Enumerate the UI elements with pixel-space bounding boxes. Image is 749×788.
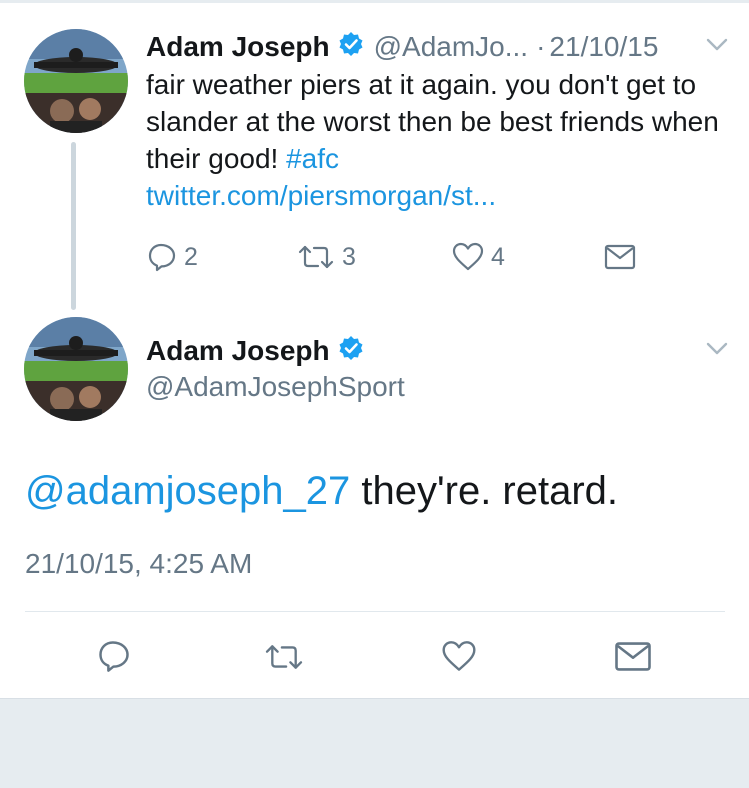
chevron-down-icon[interactable] [706,342,728,361]
like-count: 4 [491,242,505,271]
reply-icon [148,243,176,272]
envelope-icon [604,244,636,270]
parent-tweet-text: fair weather piers at it again. you don'… [146,66,726,214]
tweet-detail-page: Adam Joseph @AdamJo... · 21/10/15 fair w… [0,0,749,788]
main-tweet-text: @adamjoseph_27 they're. retard. [25,469,618,514]
thread-connector-line [71,142,76,310]
like-button[interactable]: 4 [451,241,505,273]
parent-tweet-header: Adam Joseph @AdamJo... · 21/10/15 [146,27,696,67]
envelope-icon [615,642,651,671]
main-tweet-body: they're. retard. [350,469,619,513]
main-tweet-header: Adam Joseph @AdamJosephSport [146,332,405,403]
reply-icon [99,641,129,672]
mention-link[interactable]: @adamjoseph_27 [25,469,350,513]
reply-count: 2 [184,242,198,271]
retweet-icon [265,645,303,669]
direct-message-button[interactable] [604,243,636,271]
main-author-handle[interactable]: @AdamJosephSport [146,371,405,403]
top-divider [0,0,749,3]
main-author-row: Adam Joseph [146,332,405,370]
chevron-down-icon[interactable] [706,38,728,57]
footer-background [0,698,749,788]
main-avatar[interactable] [24,317,128,421]
main-author-name[interactable]: Adam Joseph [146,335,330,367]
actions-divider [25,611,725,612]
reply-button[interactable]: 2 [146,241,198,273]
main-like-button[interactable] [440,639,478,674]
retweet-icon [298,245,334,269]
parent-avatar[interactable] [24,29,128,133]
parent-tweet-body: fair weather piers at it again. you don'… [146,69,719,174]
retweet-count: 3 [342,242,356,271]
hashtag-link[interactable]: #afc [286,143,339,174]
parent-tweet-time[interactable]: 21/10/15 [549,31,658,63]
parent-author-handle[interactable]: @AdamJo... [374,31,528,63]
verified-badge-icon [338,31,364,64]
verified-badge-icon [338,335,364,368]
main-direct-message-button[interactable] [614,640,652,673]
quoted-tweet-link[interactable]: twitter.com/piersmorgan/st... [146,180,496,211]
main-reply-button[interactable] [96,638,132,674]
main-tweet-timestamp[interactable]: 21/10/15, 4:25 AM [25,548,252,580]
parent-author-name[interactable]: Adam Joseph [146,31,330,63]
heart-icon [452,242,484,271]
heart-icon [442,641,476,671]
separator-dot: · [536,31,546,62]
retweet-button[interactable]: 3 [296,241,356,273]
main-retweet-button[interactable] [262,640,306,674]
